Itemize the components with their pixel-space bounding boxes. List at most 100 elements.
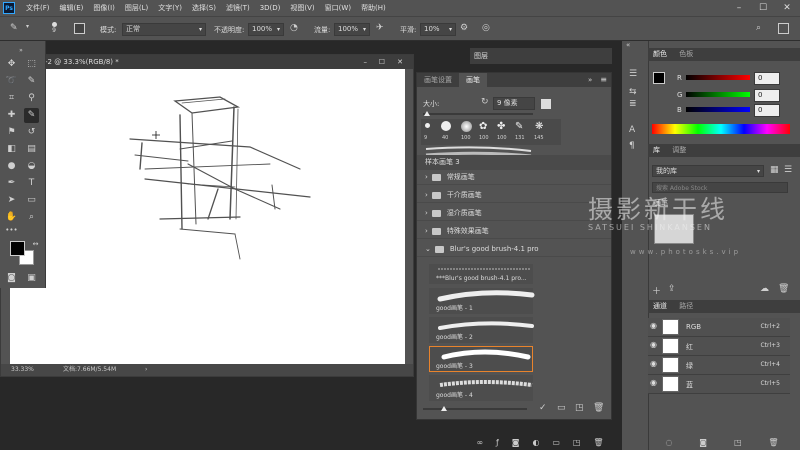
link-layers-icon[interactable]: ∞ [476,438,483,450]
brush-tool-preset-icon[interactable]: ✎ [10,23,18,33]
doc-close-icon[interactable]: ✕ [397,55,403,69]
layer-mask-icon[interactable]: ◙ [512,438,520,450]
dodge-tool-icon[interactable]: ◒ [24,159,39,174]
menu-view[interactable]: 视图(V) [285,3,319,13]
smoothing-field[interactable]: 10% ▾ [420,23,456,36]
new-group-icon[interactable]: ▭ [557,403,566,413]
pressure-size-icon[interactable]: ◎ [482,23,490,33]
lasso-tool-icon[interactable]: ➰ [4,74,19,89]
thumbnail-size-slider[interactable] [423,408,527,410]
panel-menu-icon[interactable]: ≡ [596,73,611,87]
properties-panel-icon[interactable]: ≣ [629,99,637,109]
visibility-eye-icon[interactable]: ◉ [650,340,657,349]
dropdown-arrow-icon[interactable]: ▾ [26,23,29,30]
menu-help[interactable]: 帮助(H) [356,3,391,13]
menu-window[interactable]: 窗口(W) [320,3,356,13]
brush-stroke-item[interactable]: good画笔 - 2 [429,317,534,343]
library-delete-icon[interactable]: 🗑 [778,284,789,294]
foreground-color-swatch-top[interactable] [10,241,25,256]
close-icon[interactable]: ✕ [776,0,798,16]
workspace-icon[interactable] [778,23,789,34]
folder-blurs-good-brush[interactable]: ⌄ Blur's good brush-4.1 pro [417,242,611,257]
blur-tool-icon[interactable]: ● [4,159,19,174]
channel-row[interactable]: ◉ 绿 Ctrl+4 [648,356,790,375]
menu-filter[interactable]: 滤镜(T) [221,3,255,13]
tab-swatches[interactable]: 色板 [674,50,698,58]
path-select-icon[interactable]: ➤ [4,193,19,208]
brush-stroke-item[interactable]: good画笔 - 4 [429,375,533,401]
panel-collapse-icon[interactable]: » [584,73,596,87]
channel-row[interactable]: ◉ RGB Ctrl+2 [648,318,790,337]
brush-preset-7-icon[interactable]: ❋ [535,121,546,132]
menu-edit[interactable]: 编辑(E) [55,3,89,13]
sample-brush-row[interactable]: 样本画笔 3 [417,155,611,170]
library-select[interactable]: 我的库 ▾ [652,165,764,177]
g-slider[interactable] [686,92,750,97]
visibility-eye-icon[interactable]: ◉ [650,378,657,387]
r-slider[interactable] [686,75,750,80]
tab-color[interactable]: 颜色 [648,50,672,58]
paragraph-panel-icon[interactable]: ¶ [629,141,635,151]
tab-brushes[interactable]: 画笔 [459,73,487,87]
new-layer-icon[interactable]: ◳ [573,438,581,450]
flow-field[interactable]: 100% ▾ [334,23,370,36]
type-tool-icon[interactable]: T [24,176,39,191]
tab-brush-settings[interactable]: 画笔设置 [417,73,459,87]
zoom-tool-icon[interactable]: ⌕ [24,210,39,225]
brush-preset-2-icon[interactable] [441,121,451,131]
new-channel-icon[interactable]: ◳ [734,438,742,450]
reset-size-icon[interactable]: ↻ [481,97,489,107]
layer-style-icon[interactable]: ƒ [496,438,499,450]
pressure-opacity-icon[interactable]: ◔ [290,23,298,33]
channel-row[interactable]: ◉ 红 Ctrl+3 [648,337,790,356]
menu-image[interactable]: 图像(I) [88,3,120,13]
screen-mode-icon[interactable]: ▣ [24,271,39,286]
menu-type[interactable]: 文字(Y) [153,3,187,13]
visibility-eye-icon[interactable]: ◉ [650,359,657,368]
tab-paths[interactable]: 路径 [674,302,698,310]
panel-expand-icon[interactable]: « [626,41,630,49]
brush-visibility-icon[interactable]: ✓ [539,403,547,413]
drawing-canvas[interactable] [10,69,405,364]
doc-maximize-icon[interactable]: ☐ [379,55,385,69]
folder-special-effects[interactable]: › 特殊效果画笔 [417,224,611,239]
character-panel-icon[interactable]: A [629,125,635,135]
tab-channels[interactable]: 通道 [648,302,672,310]
folder-general-brushes[interactable]: › 常规画笔 [417,170,611,185]
b-slider[interactable] [686,107,750,112]
brush-stroke-item[interactable]: ***Blur's good brush-4.1 pro... [429,264,533,284]
tab-adjustments[interactable]: 调整 [667,146,691,154]
new-group-icon[interactable]: ▭ [552,438,560,450]
brush-preset-3-icon[interactable] [461,121,472,132]
adjustment-layer-icon[interactable]: ◐ [532,438,539,450]
brush-preset-6-icon[interactable]: ✎ [515,121,526,132]
tab-libraries[interactable]: 库 [648,146,665,154]
layers-mini-tab[interactable]: 图层 [474,51,488,61]
move-tool-icon[interactable]: ✥ [4,57,19,72]
brush-tool-icon[interactable]: ✎ [24,108,39,123]
toolbox-collapse-icon[interactable]: » [6,43,36,58]
swap-colors-icon[interactable]: ↔ [28,237,43,252]
g-input[interactable]: 0 [754,89,780,102]
color-spectrum-bar[interactable] [652,124,790,134]
eraser-tool-icon[interactable]: ◧ [4,142,19,157]
brush-stroke-item[interactable]: good画笔 - 1 [429,288,535,314]
brush-panel-toggle-icon[interactable] [74,23,85,34]
b-input[interactable]: 0 [754,104,780,117]
history-brush-icon[interactable]: ↺ [24,125,39,140]
brush-preset-5-icon[interactable]: ✤ [497,121,508,132]
menu-layer[interactable]: 图层(L) [120,3,153,13]
document-tab[interactable]: -2 @ 33.3%(RGB/8) * – ☐ ✕ [1,55,413,69]
quick-select-tool-icon[interactable]: ✎ [24,74,39,89]
minimize-icon[interactable]: – [728,0,750,16]
gear-icon[interactable]: ⚙ [460,23,468,33]
size-slider-handle[interactable] [424,111,430,116]
more-tools-icon[interactable]: ••• [4,223,19,238]
new-brush-icon[interactable] [541,99,551,109]
gradient-tool-icon[interactable]: ▤ [24,142,39,157]
delete-layer-icon[interactable]: 🗑 [593,438,603,450]
history-panel-icon[interactable]: ☰ [629,69,637,79]
color-foreground-swatch[interactable] [653,72,665,84]
menu-file[interactable]: 文件(F) [21,3,55,13]
menu-3d[interactable]: 3D(D) [255,4,286,12]
